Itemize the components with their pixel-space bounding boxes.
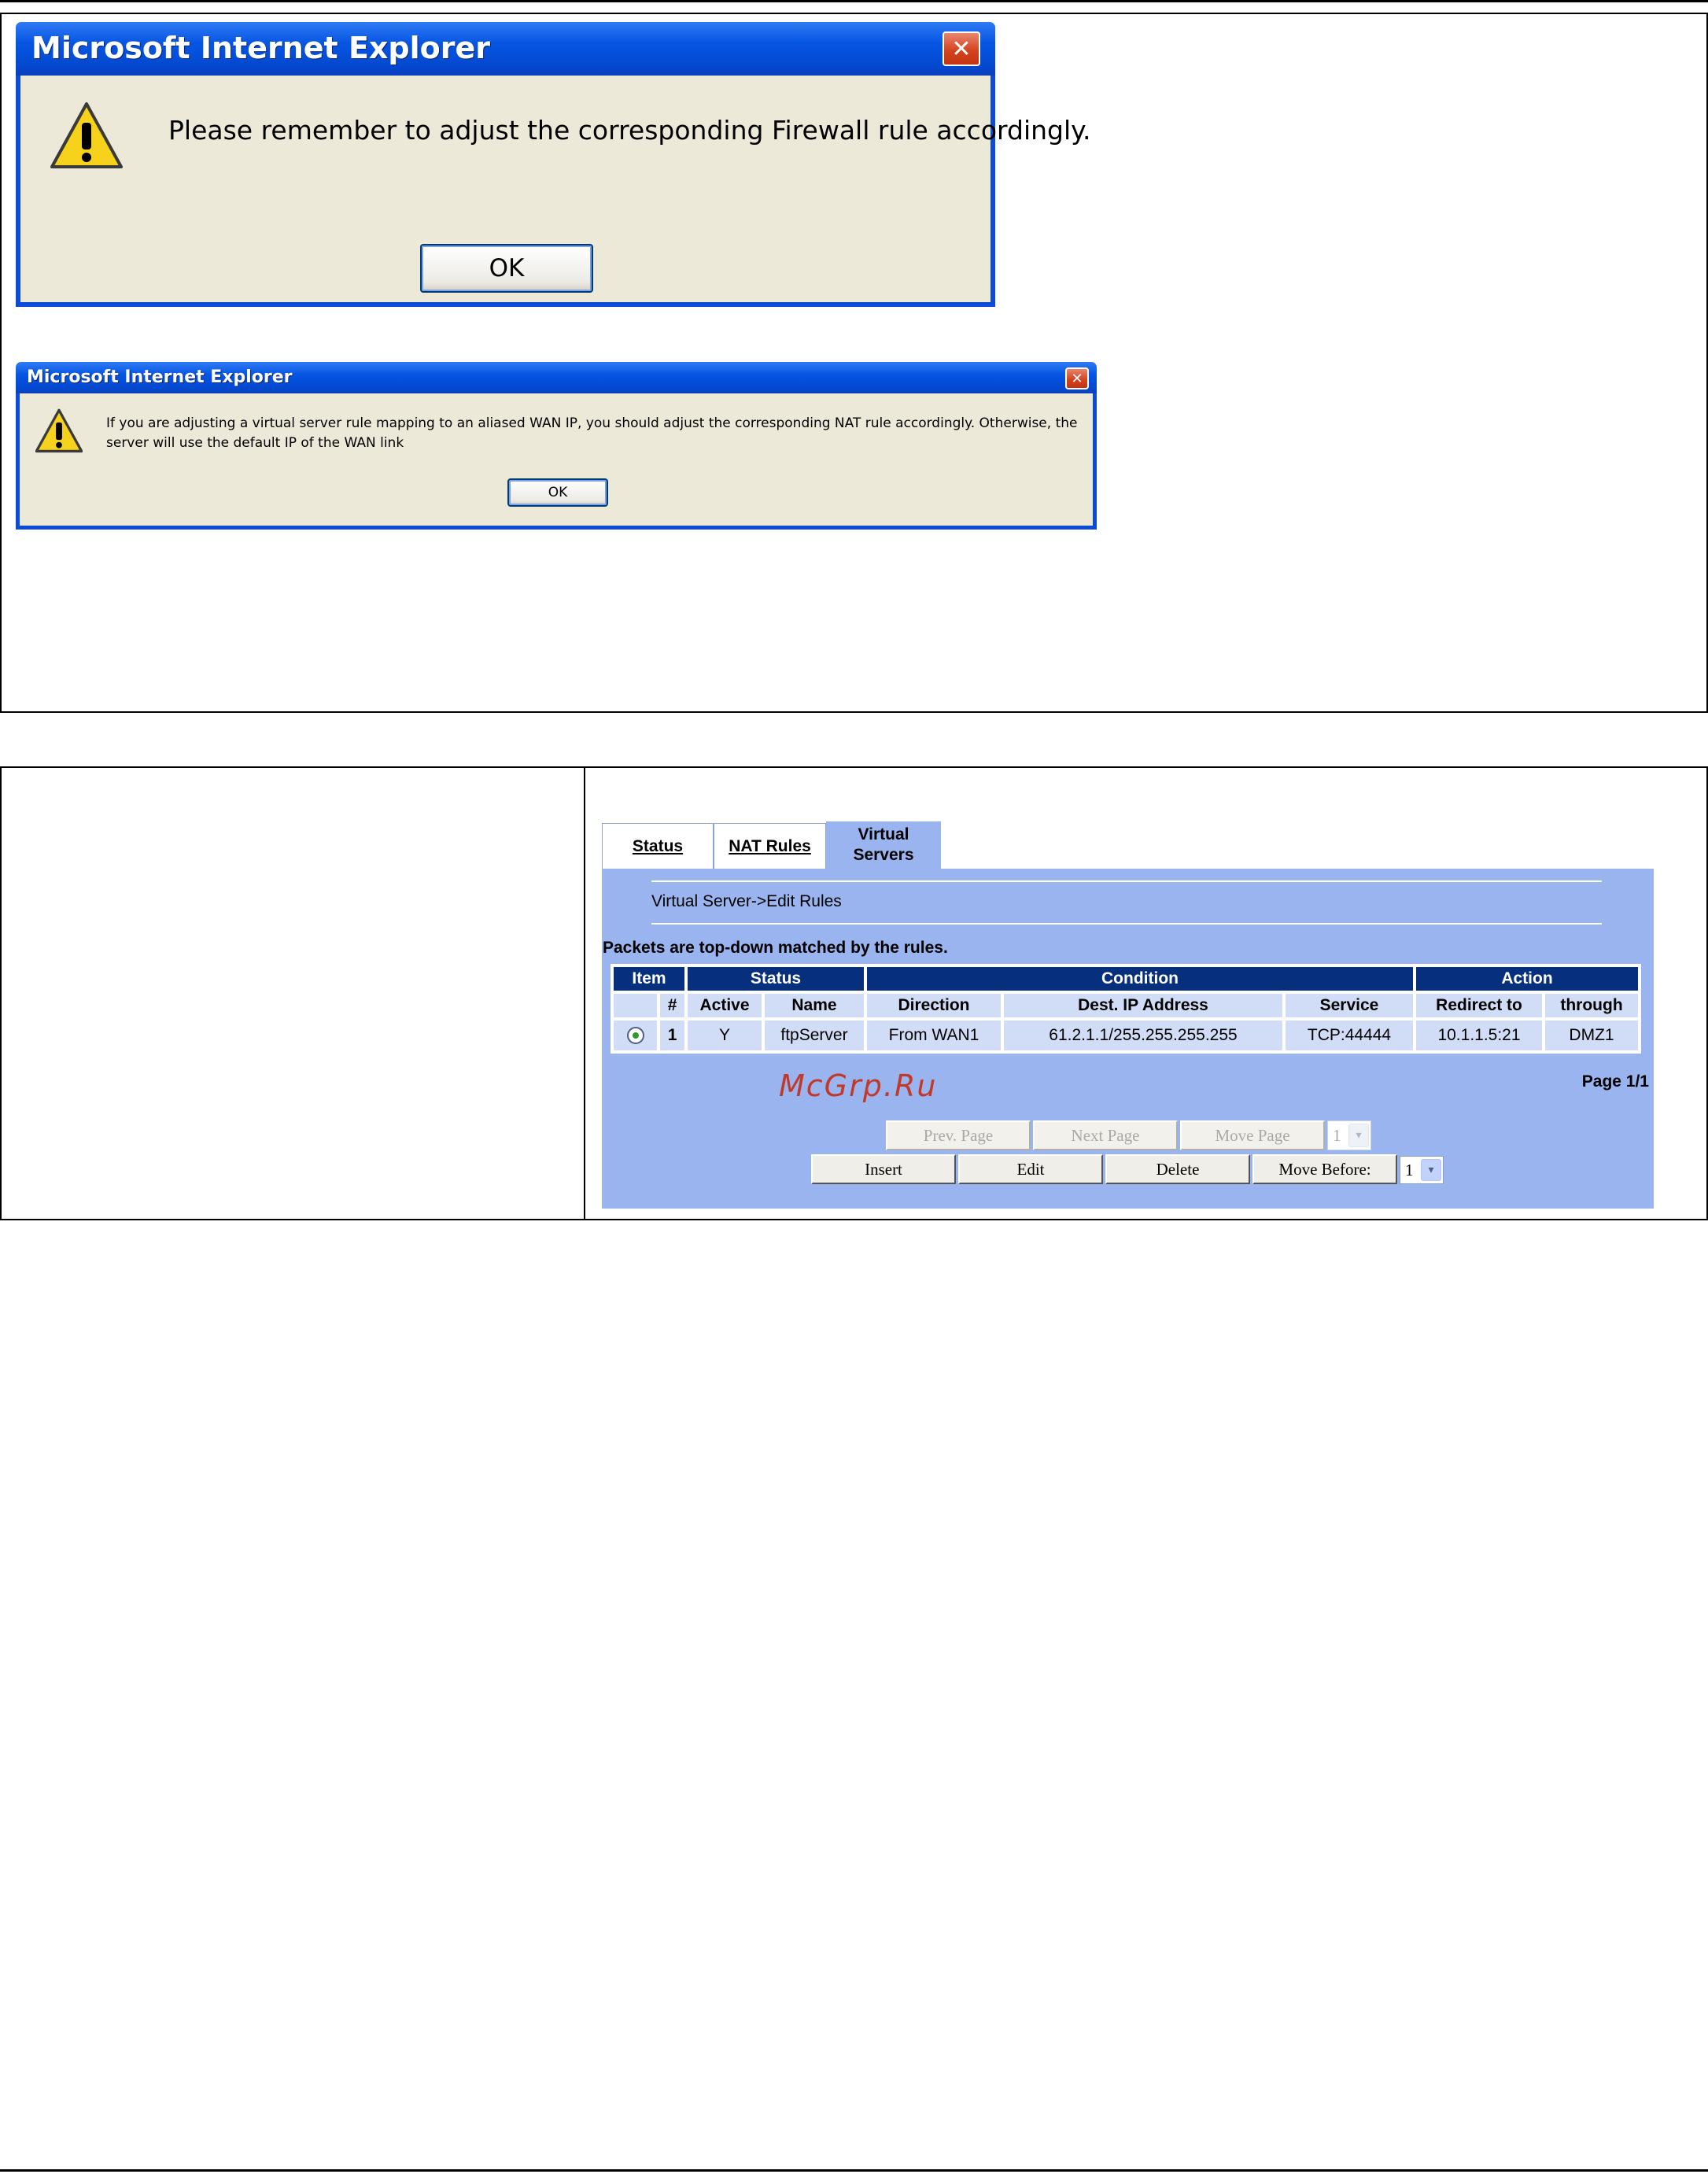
- row-service: TCP:44444: [1286, 1021, 1413, 1050]
- move-page-button[interactable]: Move Page: [1180, 1120, 1325, 1150]
- column-header-name: Name: [765, 994, 864, 1017]
- top-rule: [0, 0, 1708, 2]
- dialog-title: Microsoft Internet Explorer: [16, 362, 1097, 393]
- warning-icon: [50, 102, 123, 168]
- alert-dialog-nat: Microsoft Internet Explorer ✕ If you are…: [16, 362, 1097, 530]
- move-before-select[interactable]: 1 ▾: [1400, 1156, 1444, 1184]
- rules-table: Item Status Condition Action # Active Na…: [611, 964, 1641, 1054]
- dialog-message: If you are adjusting a virtual server ru…: [106, 415, 1078, 451]
- row-name: ftpServer: [765, 1021, 864, 1050]
- row-number: 1: [660, 1021, 684, 1050]
- column-header-active: Active: [688, 994, 762, 1017]
- tab-nat-rules[interactable]: NAT Rules: [714, 823, 826, 869]
- next-page-button[interactable]: Next Page: [1033, 1120, 1178, 1150]
- row-direction: From WAN1: [867, 1021, 1001, 1050]
- column-header-service: Service: [1286, 994, 1413, 1017]
- move-before-select-value: 1: [1405, 1160, 1414, 1179]
- breadcrumb: Virtual Server->Edit Rules: [651, 892, 842, 910]
- table-row: 1 Y ftpServer From WAN1 61.2.1.1/255.255…: [614, 1021, 1638, 1050]
- match-note: Packets are top-down matched by the rule…: [603, 939, 948, 957]
- group-header-condition: Condition: [867, 967, 1413, 991]
- dialog-body: Please remember to adjust the correspond…: [20, 76, 1090, 302]
- dialog-title: Microsoft Internet Explorer: [16, 22, 995, 76]
- move-before-button[interactable]: Move Before:: [1252, 1154, 1397, 1184]
- divider: [651, 923, 1602, 925]
- tab-label-line2: Servers: [853, 846, 914, 864]
- close-icon[interactable]: ✕: [943, 31, 980, 66]
- chevron-down-icon: ▾: [1421, 1159, 1441, 1181]
- row-active: Y: [688, 1021, 762, 1050]
- ok-button[interactable]: OK: [507, 478, 608, 507]
- ok-button[interactable]: OK: [420, 244, 593, 293]
- prev-page-button[interactable]: Prev. Page: [886, 1120, 1031, 1150]
- column-divider: [584, 766, 585, 1220]
- tab-status[interactable]: Status: [602, 823, 714, 869]
- group-header-action: Action: [1416, 967, 1638, 991]
- tab-virtual-servers[interactable]: Virtual Servers: [826, 821, 941, 869]
- bottom-rule: [0, 2169, 1708, 2172]
- warning-icon: [35, 408, 83, 453]
- close-icon[interactable]: ✕: [1065, 367, 1089, 389]
- row-dest-ip: 61.2.1.1/255.255.255.255: [1004, 1021, 1282, 1050]
- dialog-body: If you are adjusting a virtual server ru…: [20, 393, 1093, 526]
- move-page-select[interactable]: 1 ▾: [1327, 1120, 1371, 1150]
- row-select-cell: [614, 1021, 658, 1050]
- chevron-down-icon: ▾: [1348, 1124, 1369, 1147]
- column-header-direction: Direction: [867, 994, 1001, 1017]
- move-page-select-value: 1: [1333, 1125, 1341, 1145]
- row-radio-button[interactable]: [626, 1027, 644, 1045]
- column-header-redirect: Redirect to: [1416, 994, 1542, 1017]
- watermark-text: McGrp.Ru: [779, 1069, 938, 1103]
- page-indicator: Page 1/1: [1581, 1072, 1649, 1091]
- row-redirect: 10.1.1.5:21: [1416, 1021, 1542, 1050]
- dialog-message: Please remember to adjust the correspond…: [168, 115, 1091, 146]
- alert-dialog-firewall: Microsoft Internet Explorer ✕ Please rem…: [16, 22, 1090, 307]
- tab-label-line1: Virtual: [858, 825, 909, 843]
- insert-button[interactable]: Insert: [811, 1154, 956, 1184]
- column-header-through: through: [1545, 994, 1638, 1017]
- row-through: DMZ1: [1545, 1021, 1638, 1050]
- edit-button[interactable]: Edit: [958, 1154, 1103, 1184]
- column-header-num: #: [660, 994, 684, 1017]
- divider: [651, 880, 1602, 882]
- delete-button[interactable]: Delete: [1105, 1154, 1250, 1184]
- column-header-dest-ip: Dest. IP Address: [1004, 994, 1282, 1017]
- group-header-item: Item: [614, 967, 684, 991]
- column-header-select: [614, 994, 658, 1017]
- group-header-status: Status: [688, 967, 864, 991]
